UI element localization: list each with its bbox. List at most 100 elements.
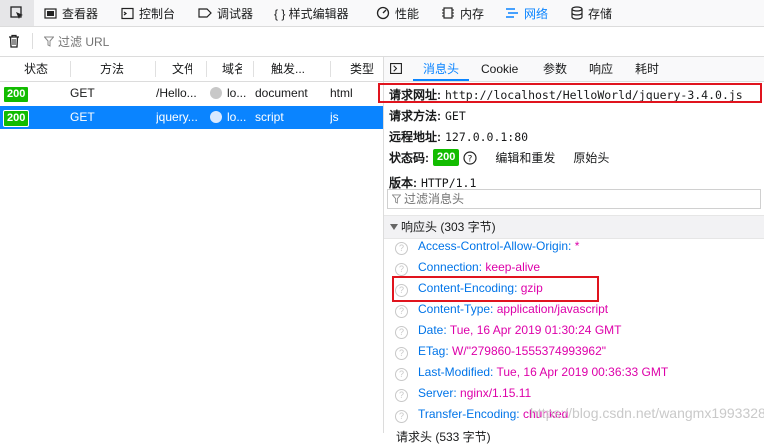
tab-storage[interactable]: 存储 — [571, 0, 612, 26]
help-icon[interactable]: ? — [463, 150, 477, 165]
watermark: https://blog.csdn.net/wangmx1993328 — [530, 405, 764, 421]
request-details-panel: 消息头 Cookie 参数 响应 耗时 请求网址: http://localhos… — [378, 57, 764, 433]
header-filter-input[interactable]: 过滤消息头 — [387, 189, 761, 209]
column-file[interactable]: 文件 — [172, 57, 192, 81]
row-type: html — [330, 86, 353, 100]
tab-console-label: 控制台 — [139, 6, 176, 21]
row-method: GET — [70, 86, 95, 100]
clear-trash-icon[interactable] — [8, 34, 20, 48]
column-divider[interactable] — [155, 61, 156, 77]
tab-style-editor[interactable]: { } 样式编辑器 — [274, 0, 349, 26]
column-status[interactable]: 状态 — [24, 57, 48, 81]
highlight-box — [378, 83, 762, 103]
filter-funnel-icon — [392, 194, 401, 204]
tab-params[interactable]: 参数 — [543, 57, 567, 81]
filter-funnel-icon — [44, 36, 54, 47]
url-filter-input[interactable]: 过滤 URL — [44, 33, 109, 50]
header-name: Access-Control-Allow-Origin: — [418, 239, 572, 253]
header-row: ? Connection: keep-alive — [395, 257, 540, 278]
status-code-line: 状态码: 200 ? 编辑和重发 原始头 — [389, 149, 609, 166]
pick-element-button[interactable] — [0, 0, 34, 26]
tab-inspector-label: 查看器 — [62, 6, 99, 21]
header-name: ETag: — [418, 344, 449, 358]
tab-storage-label: 存储 — [588, 6, 613, 21]
status-badge: 200 — [3, 86, 30, 103]
debugger-icon — [198, 8, 212, 18]
globe-icon — [210, 111, 222, 123]
tab-debugger-label: 调试器 — [217, 6, 254, 21]
storage-icon — [571, 6, 583, 20]
tab-network[interactable]: 网络 — [505, 0, 548, 26]
help-icon[interactable]: ? — [395, 368, 408, 381]
tab-response[interactable]: 响应 — [589, 57, 613, 81]
row-method: GET — [70, 110, 95, 124]
remote-address-label: 远程地址: — [389, 130, 441, 144]
status-code-label: 状态码: — [389, 151, 429, 165]
devtools-toolbar: 查看器 控制台 调试器 { } 样式编辑器 性能 内存 网络 存储 — [0, 0, 764, 27]
tab-memory-label: 内存 — [460, 6, 485, 21]
tab-inspector[interactable]: 查看器 — [44, 0, 98, 26]
help-icon[interactable]: ? — [395, 326, 408, 339]
column-cause[interactable]: 触发... — [271, 57, 305, 81]
performance-icon — [376, 6, 390, 20]
header-name: Content-Type: — [418, 302, 494, 316]
raw-headers-button[interactable]: 原始头 — [573, 149, 609, 166]
status-badge: 200 — [3, 110, 30, 127]
table-row[interactable]: 200 GET /Hello... lo... document html — [0, 82, 383, 105]
header-name: Transfer-Encoding: — [418, 407, 520, 421]
network-icon — [506, 8, 518, 18]
help-icon[interactable]: ? — [395, 263, 408, 276]
tab-memory[interactable]: 内存 — [441, 0, 484, 26]
divider — [32, 33, 33, 49]
column-divider[interactable] — [206, 61, 207, 77]
row-type: js — [330, 110, 339, 124]
header-row: ? Server: nginx/1.15.11 — [395, 383, 531, 404]
header-row: ? Access-Control-Allow-Origin: * — [395, 236, 579, 257]
edit-resend-button[interactable]: 编辑和重发 — [495, 149, 555, 166]
header-value: Tue, 16 Apr 2019 00:36:33 GMT — [496, 365, 669, 379]
memory-icon — [442, 7, 454, 19]
active-tab-indicator — [413, 79, 469, 81]
tab-timings[interactable]: 耗时 — [635, 57, 659, 81]
remote-address-value: 127.0.0.1:80 — [445, 130, 529, 144]
request-list-header: 状态 方法 文件 域名 触发... 类型 — [0, 57, 383, 82]
row-cause: script — [255, 110, 284, 124]
network-filter-bar: 过滤 URL — [0, 27, 764, 57]
header-name: Server: — [418, 386, 457, 400]
request-method-line: 请求方法: GET — [389, 107, 466, 124]
console-icon — [121, 7, 134, 19]
help-icon[interactable]: ? — [395, 347, 408, 360]
tab-debugger[interactable]: 调试器 — [198, 0, 253, 26]
header-name: Connection: — [418, 260, 483, 274]
request-method-value: GET — [445, 109, 466, 123]
header-name: Date: — [418, 323, 447, 337]
header-value: * — [574, 239, 580, 253]
help-icon[interactable]: ? — [395, 389, 408, 402]
globe-icon — [210, 87, 222, 99]
column-divider[interactable] — [330, 61, 331, 77]
tab-headers[interactable]: 消息头 — [423, 57, 459, 81]
version-label: 版本: — [389, 176, 417, 190]
tab-performance[interactable]: 性能 — [376, 0, 419, 26]
column-method[interactable]: 方法 — [100, 57, 124, 81]
request-headers-section[interactable]: 请求头 (533 字节) — [396, 428, 491, 445]
row-cause: document — [255, 86, 308, 100]
column-divider[interactable] — [253, 61, 254, 77]
details-tabs: 消息头 Cookie 参数 响应 耗时 — [384, 57, 764, 82]
column-type[interactable]: 类型 — [350, 57, 374, 81]
row-domain: lo... — [227, 86, 247, 100]
help-icon[interactable]: ? — [395, 242, 408, 255]
table-row[interactable]: 200 GET jquery... lo... script js — [0, 106, 383, 129]
column-domain[interactable]: 域名 — [222, 57, 242, 81]
help-icon[interactable]: ? — [395, 305, 408, 318]
header-value: keep-alive — [485, 260, 541, 274]
row-domain: lo... — [227, 110, 247, 124]
toggle-pane-icon[interactable] — [390, 63, 402, 74]
tab-cookie[interactable]: Cookie — [481, 57, 518, 81]
remote-address-line: 远程地址: 127.0.0.1:80 — [389, 128, 528, 145]
header-value: Tue, 16 Apr 2019 01:30:24 GMT — [449, 323, 622, 337]
header-row: ? Content-Type: application/javascript — [395, 299, 608, 320]
tab-console[interactable]: 控制台 — [121, 0, 175, 26]
help-icon[interactable]: ? — [395, 410, 408, 423]
column-divider[interactable] — [70, 61, 71, 77]
